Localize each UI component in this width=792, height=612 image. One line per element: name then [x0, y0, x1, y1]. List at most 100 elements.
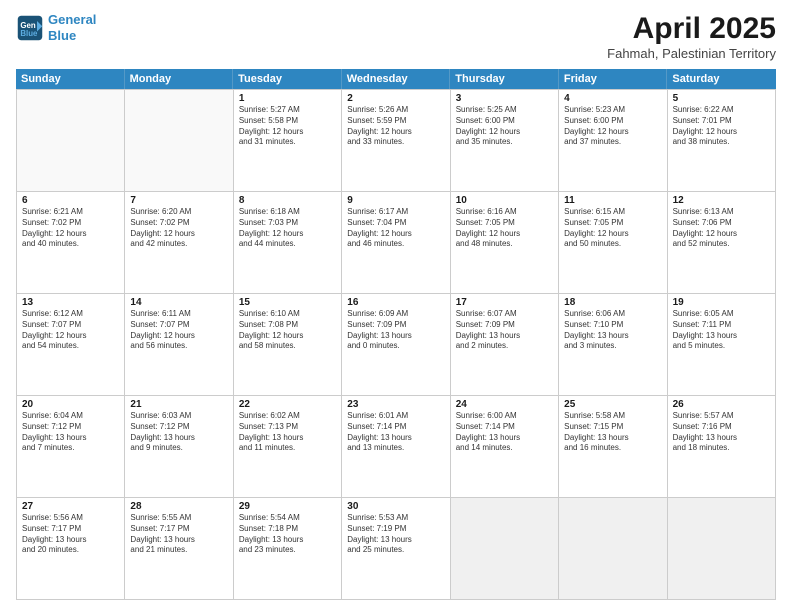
- calendar-cell: 26Sunrise: 5:57 AMSunset: 7:16 PMDayligh…: [668, 396, 776, 498]
- cell-info-line: Sunset: 7:17 PM: [130, 524, 227, 535]
- cell-info-line: Sunset: 7:15 PM: [564, 422, 661, 433]
- cell-info-line: Daylight: 13 hours: [22, 433, 119, 444]
- day-header-monday: Monday: [125, 69, 234, 89]
- cell-info-line: Sunset: 7:19 PM: [347, 524, 444, 535]
- cell-info-line: Sunrise: 5:23 AM: [564, 105, 661, 116]
- cell-info-line: Sunset: 7:13 PM: [239, 422, 336, 433]
- cell-info-line: and 7 minutes.: [22, 443, 119, 454]
- cell-info-line: and 14 minutes.: [456, 443, 553, 454]
- calendar-cell: 20Sunrise: 6:04 AMSunset: 7:12 PMDayligh…: [17, 396, 125, 498]
- cell-info-line: Sunrise: 5:56 AM: [22, 513, 119, 524]
- cell-info-line: and 13 minutes.: [347, 443, 444, 454]
- calendar-cell: 25Sunrise: 5:58 AMSunset: 7:15 PMDayligh…: [559, 396, 667, 498]
- cell-info-line: Sunset: 7:12 PM: [22, 422, 119, 433]
- day-number: 16: [347, 297, 444, 308]
- cell-info-line: Sunrise: 6:09 AM: [347, 309, 444, 320]
- cell-info-line: Sunrise: 5:58 AM: [564, 411, 661, 422]
- day-number: 6: [22, 195, 119, 206]
- day-number: 4: [564, 93, 661, 104]
- cell-info-line: Daylight: 12 hours: [673, 127, 770, 138]
- cell-info-line: Sunrise: 5:26 AM: [347, 105, 444, 116]
- cell-info-line: Sunrise: 6:10 AM: [239, 309, 336, 320]
- cell-info-line: and 20 minutes.: [22, 545, 119, 556]
- cell-info-line: Daylight: 13 hours: [239, 535, 336, 546]
- calendar: SundayMondayTuesdayWednesdayThursdayFrid…: [16, 69, 776, 600]
- cell-info-line: Daylight: 13 hours: [130, 535, 227, 546]
- cell-info-line: and 23 minutes.: [239, 545, 336, 556]
- calendar-cell: 29Sunrise: 5:54 AMSunset: 7:18 PMDayligh…: [234, 498, 342, 600]
- cell-info-line: Sunrise: 6:04 AM: [22, 411, 119, 422]
- cell-info-line: Sunset: 7:12 PM: [130, 422, 227, 433]
- calendar-cell: 12Sunrise: 6:13 AMSunset: 7:06 PMDayligh…: [668, 192, 776, 294]
- day-number: 8: [239, 195, 336, 206]
- cell-info-line: Sunrise: 6:13 AM: [673, 207, 770, 218]
- cell-info-line: and 35 minutes.: [456, 137, 553, 148]
- cell-info-line: Sunrise: 6:02 AM: [239, 411, 336, 422]
- title-block: April 2025 Fahmah, Palestinian Territory: [607, 12, 776, 61]
- cell-info-line: Sunset: 7:06 PM: [673, 218, 770, 229]
- cell-info-line: Daylight: 12 hours: [564, 127, 661, 138]
- cell-info-line: Sunset: 7:01 PM: [673, 116, 770, 127]
- day-number: 23: [347, 399, 444, 410]
- cell-info-line: Sunrise: 5:25 AM: [456, 105, 553, 116]
- cell-info-line: and 52 minutes.: [673, 239, 770, 250]
- calendar-row-0: 1Sunrise: 5:27 AMSunset: 5:58 PMDaylight…: [17, 90, 776, 192]
- cell-info-line: Daylight: 13 hours: [456, 433, 553, 444]
- day-number: 15: [239, 297, 336, 308]
- calendar-row-4: 27Sunrise: 5:56 AMSunset: 7:17 PMDayligh…: [17, 498, 776, 600]
- cell-info-line: Sunset: 7:05 PM: [564, 218, 661, 229]
- cell-info-line: Sunset: 7:17 PM: [22, 524, 119, 535]
- cell-info-line: Sunset: 7:07 PM: [130, 320, 227, 331]
- cell-info-line: Daylight: 12 hours: [239, 331, 336, 342]
- day-number: 30: [347, 501, 444, 512]
- day-number: 2: [347, 93, 444, 104]
- day-number: 26: [673, 399, 770, 410]
- calendar-body: 1Sunrise: 5:27 AMSunset: 5:58 PMDaylight…: [16, 89, 776, 600]
- cell-info-line: and 18 minutes.: [673, 443, 770, 454]
- cell-info-line: Sunset: 7:10 PM: [564, 320, 661, 331]
- cell-info-line: Sunrise: 6:18 AM: [239, 207, 336, 218]
- cell-info-line: Sunrise: 6:22 AM: [673, 105, 770, 116]
- cell-info-line: Sunset: 7:09 PM: [456, 320, 553, 331]
- cell-info-line: and 11 minutes.: [239, 443, 336, 454]
- cell-info-line: and 31 minutes.: [239, 137, 336, 148]
- calendar-cell: 3Sunrise: 5:25 AMSunset: 6:00 PMDaylight…: [451, 90, 559, 192]
- logo-icon: Gen Blue: [16, 14, 44, 42]
- cell-info-line: Sunset: 7:03 PM: [239, 218, 336, 229]
- cell-info-line: Sunset: 7:18 PM: [239, 524, 336, 535]
- calendar-cell: 15Sunrise: 6:10 AMSunset: 7:08 PMDayligh…: [234, 294, 342, 396]
- cell-info-line: Daylight: 13 hours: [564, 433, 661, 444]
- cell-info-line: Sunset: 5:59 PM: [347, 116, 444, 127]
- calendar-row-1: 6Sunrise: 6:21 AMSunset: 7:02 PMDaylight…: [17, 192, 776, 294]
- day-header-thursday: Thursday: [450, 69, 559, 89]
- header: Gen Blue General Blue April 2025 Fahmah,…: [16, 12, 776, 61]
- cell-info-line: Sunset: 7:02 PM: [22, 218, 119, 229]
- cell-info-line: Sunset: 7:14 PM: [347, 422, 444, 433]
- cell-info-line: Daylight: 13 hours: [347, 433, 444, 444]
- cell-info-line: Sunset: 7:09 PM: [347, 320, 444, 331]
- cell-info-line: Sunrise: 5:27 AM: [239, 105, 336, 116]
- cell-info-line: Daylight: 12 hours: [456, 229, 553, 240]
- calendar-cell: 23Sunrise: 6:01 AMSunset: 7:14 PMDayligh…: [342, 396, 450, 498]
- cell-info-line: Sunrise: 6:11 AM: [130, 309, 227, 320]
- cell-info-line: Sunrise: 6:16 AM: [456, 207, 553, 218]
- day-header-wednesday: Wednesday: [342, 69, 451, 89]
- location-subtitle: Fahmah, Palestinian Territory: [607, 46, 776, 61]
- cell-info-line: Sunrise: 6:12 AM: [22, 309, 119, 320]
- cell-info-line: Sunrise: 6:21 AM: [22, 207, 119, 218]
- day-number: 14: [130, 297, 227, 308]
- cell-info-line: and 48 minutes.: [456, 239, 553, 250]
- calendar-cell: [559, 498, 667, 600]
- calendar-cell: [451, 498, 559, 600]
- cell-info-line: and 0 minutes.: [347, 341, 444, 352]
- cell-info-line: Daylight: 13 hours: [564, 331, 661, 342]
- cell-info-line: and 58 minutes.: [239, 341, 336, 352]
- cell-info-line: Sunset: 7:05 PM: [456, 218, 553, 229]
- day-number: 13: [22, 297, 119, 308]
- calendar-header: SundayMondayTuesdayWednesdayThursdayFrid…: [16, 69, 776, 89]
- cell-info-line: Sunset: 7:02 PM: [130, 218, 227, 229]
- cell-info-line: Daylight: 13 hours: [130, 433, 227, 444]
- cell-info-line: Daylight: 13 hours: [22, 535, 119, 546]
- cell-info-line: and 54 minutes.: [22, 341, 119, 352]
- cell-info-line: Daylight: 12 hours: [22, 229, 119, 240]
